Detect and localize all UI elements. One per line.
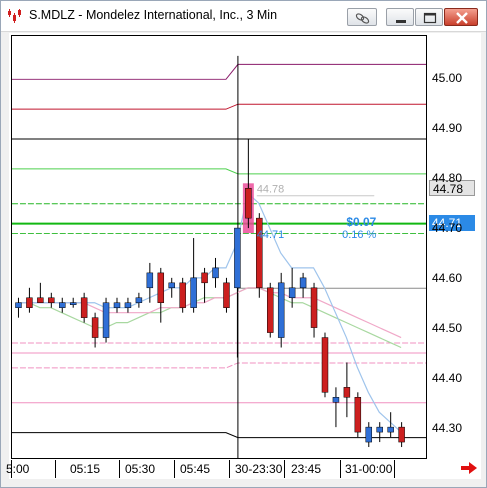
x-tick-separator bbox=[174, 460, 175, 478]
x-tick-label: 31-00:00 bbox=[345, 462, 393, 476]
candle-body bbox=[179, 282, 186, 308]
x-tick-label: 05:45 bbox=[180, 462, 211, 476]
x-tick-separator bbox=[119, 460, 120, 478]
level-line bbox=[12, 103, 426, 110]
link-icon bbox=[355, 13, 370, 24]
candle-body bbox=[15, 302, 22, 308]
level-line bbox=[12, 63, 426, 80]
x-tick-label: 23:45 bbox=[291, 462, 322, 476]
restore-button[interactable] bbox=[415, 8, 443, 26]
green-price-label: 44.71 bbox=[257, 229, 284, 241]
candle-body bbox=[321, 337, 329, 393]
price-axis[interactable]: 44.78 44.71 45.00 44.90 44.80 44.70 44.60 44.… bbox=[427, 35, 481, 459]
candle-body bbox=[201, 272, 208, 284]
y-tick-label: 44.60 bbox=[432, 271, 463, 285]
title-bar[interactable]: S.MDLZ - Mondelez International, Inc., 3… bbox=[1, 1, 486, 32]
candle-body bbox=[245, 188, 252, 219]
level-line bbox=[12, 168, 426, 175]
candle-body bbox=[288, 287, 296, 299]
chart-window: S.MDLZ - Mondelez International, Inc., 3… bbox=[0, 0, 487, 488]
y-tick-label: 44.50 bbox=[432, 321, 463, 335]
candle-body bbox=[113, 302, 121, 308]
x-tick-separator bbox=[284, 460, 285, 478]
grey-price-label: 44.78 bbox=[257, 183, 284, 195]
candle-body bbox=[26, 297, 33, 308]
candle-body bbox=[102, 302, 110, 338]
time-axis[interactable]: 5:00 05:15 05:30 05:45 30-23:30 23:45 31-00:00 bbox=[6, 460, 428, 478]
candle-body bbox=[157, 272, 165, 303]
change-pct-label: 0.16 % bbox=[342, 229, 376, 241]
candle-body bbox=[398, 426, 405, 443]
change-label: $0.07 bbox=[346, 215, 376, 229]
x-tick-label: 30-23:30 bbox=[235, 462, 283, 476]
candle-body bbox=[365, 426, 373, 443]
y-tick-label: 44.70 bbox=[432, 221, 463, 235]
candle-body bbox=[168, 282, 175, 289]
chart-app-icon bbox=[8, 9, 21, 23]
candle-body bbox=[91, 317, 99, 338]
candle-body bbox=[48, 297, 55, 303]
level-line bbox=[12, 362, 426, 369]
candle-body bbox=[135, 297, 143, 303]
price-chart[interactable]: 44.78 44.71 $0.070.16 % bbox=[11, 35, 427, 459]
candle-body bbox=[277, 282, 285, 338]
candle-body bbox=[223, 282, 230, 308]
x-tick-separator bbox=[394, 460, 395, 478]
candle-body bbox=[80, 297, 88, 318]
candle-body bbox=[267, 287, 274, 333]
candle-body bbox=[354, 397, 362, 433]
candle-body bbox=[69, 302, 77, 305]
minimize-button[interactable] bbox=[386, 8, 414, 26]
restore-icon bbox=[423, 12, 437, 24]
close-button[interactable] bbox=[444, 8, 478, 26]
x-tick-label: 05:15 bbox=[70, 462, 101, 476]
candle-body bbox=[387, 426, 394, 433]
indicator-green bbox=[17, 287, 402, 349]
candle-body bbox=[37, 297, 44, 303]
window-title: S.MDLZ - Mondelez International, Inc., 3… bbox=[29, 8, 278, 22]
x-tick-separator bbox=[229, 460, 230, 478]
candle-body bbox=[343, 387, 351, 398]
candle-body bbox=[59, 302, 66, 308]
candle-body bbox=[332, 397, 340, 403]
candle-body bbox=[299, 277, 307, 289]
y-tick-label: 44.40 bbox=[432, 371, 463, 385]
y-tick-label: 45.00 bbox=[432, 71, 463, 85]
candle-body bbox=[124, 302, 132, 308]
x-tick-separator bbox=[55, 460, 56, 478]
candle-body bbox=[376, 426, 383, 433]
y-tick-label: 44.30 bbox=[432, 421, 463, 435]
y-tick-label: 44.90 bbox=[432, 121, 463, 135]
candle-body bbox=[234, 227, 241, 289]
link-button[interactable] bbox=[347, 8, 377, 26]
x-tick-label: 05:30 bbox=[125, 462, 156, 476]
x-tick-separator bbox=[340, 460, 341, 478]
right-arrow-icon[interactable] bbox=[460, 461, 478, 475]
level-line bbox=[12, 432, 426, 439]
candle-body bbox=[146, 272, 154, 289]
y-tick-label: 44.80 bbox=[432, 171, 463, 185]
x-tick-label: 5:00 bbox=[6, 462, 30, 476]
candle-body bbox=[310, 287, 318, 328]
candle-body bbox=[212, 267, 219, 279]
candle-body bbox=[190, 277, 197, 308]
minimize-icon bbox=[396, 20, 406, 23]
close-icon bbox=[456, 12, 468, 24]
